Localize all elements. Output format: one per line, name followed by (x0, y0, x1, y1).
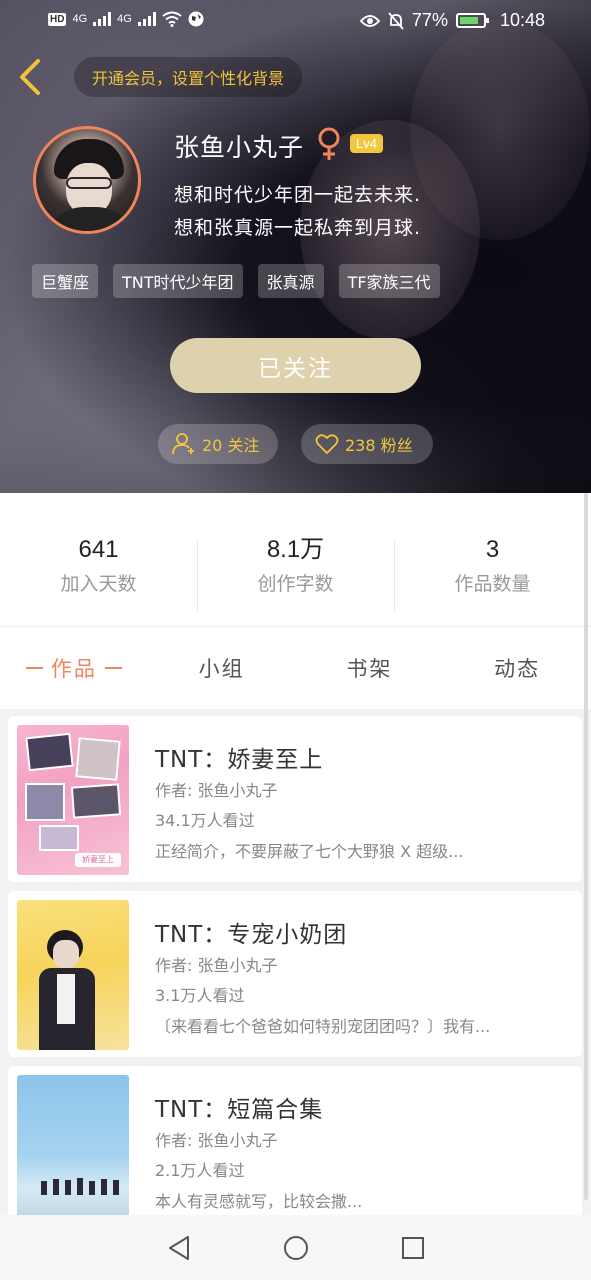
tag-item[interactable]: 张真源 (257, 264, 324, 298)
tag-item[interactable]: TNT时代少年团 (113, 264, 243, 298)
tab-bookshelf[interactable]: 书架 (296, 643, 444, 693)
chevron-left-icon (20, 59, 40, 95)
following-button[interactable]: 已关注 (170, 338, 421, 393)
stat-works-count: 3 作品数量 (394, 533, 591, 613)
stat-join-days: 641 加入天数 (0, 533, 197, 613)
tag-item[interactable]: 巨蟹座 (32, 264, 99, 298)
book-title: TNT：短篇合集 (155, 1097, 324, 1123)
stat-value: 641 (78, 536, 119, 563)
circle-home-icon (283, 1235, 308, 1260)
female-icon (318, 127, 340, 160)
hd-badge: HD (48, 12, 67, 26)
book-cover: 娇妻至上 (17, 725, 129, 875)
profile-tabs: 作品 小组 书架 动态 (0, 643, 591, 693)
book-title: TNT：娇妻至上 (155, 747, 324, 773)
level-badge: Lv4 (350, 134, 383, 153)
eye-icon (359, 14, 380, 27)
avatar[interactable] (33, 126, 141, 234)
book-author: 作者: 张鱼小丸子 (155, 956, 278, 975)
following-count: 20 关注 (202, 436, 260, 455)
book-cover (17, 900, 129, 1050)
status-bar: HD 4G 4G 77% 10:48 (0, 0, 591, 44)
works-list: 娇妻至上 TNT：娇妻至上 作者: 张鱼小丸子 34.1万人看过 正经简介，不要… (0, 709, 591, 1215)
tab-groups[interactable]: 小组 (148, 643, 296, 693)
signal-icon (93, 12, 112, 26)
list-item[interactable]: TNT：专宠小奶团 作者: 张鱼小丸子 3.1万人看过 〔来看看七个爸爸如何特别… (8, 891, 582, 1057)
profile-stats-panel: 641 加入天数 8.1万 创作字数 3 作品数量 作品 小组 书架 动态 (0, 493, 591, 709)
list-item[interactable]: 娇妻至上 TNT：娇妻至上 作者: 张鱼小丸子 34.1万人看过 正经简介，不要… (8, 716, 582, 882)
system-navigation-bar (0, 1215, 591, 1280)
tag-list: 巨蟹座 TNT时代少年团 张真源 TF家族三代 (32, 264, 440, 298)
stat-word-count: 8.1万 创作字数 (197, 533, 394, 613)
network-label-2: 4G (117, 13, 132, 25)
tab-activity[interactable]: 动态 (443, 643, 591, 693)
globe-icon (188, 11, 204, 27)
nav-home-button[interactable] (281, 1233, 311, 1263)
bio-line-2: 想和张真源一起私奔到月球. (174, 217, 422, 239)
add-user-icon (172, 433, 194, 455)
back-button[interactable] (12, 55, 52, 99)
clock: 10:48 (499, 10, 545, 30)
book-cover (17, 1075, 129, 1215)
stat-label: 加入天数 (60, 573, 137, 595)
battery-icon (455, 13, 489, 28)
tag-item[interactable]: TF家族三代 (338, 264, 440, 298)
book-description: 本人有灵感就写，比较会撒... (155, 1192, 363, 1211)
stat-label: 创作字数 (257, 573, 334, 595)
triangle-back-icon (168, 1235, 189, 1260)
signal-icon (137, 12, 156, 26)
stat-value: 8.1万 (266, 536, 325, 563)
book-description: 正经简介，不要屏蔽了七个大野狼 X 超级... (155, 842, 464, 861)
book-views: 3.1万人看过 (155, 986, 245, 1005)
nav-recents-button[interactable] (398, 1233, 428, 1263)
stat-value: 3 (485, 536, 500, 563)
square-recents-icon (401, 1236, 424, 1259)
list-item[interactable]: TNT：短篇合集 作者: 张鱼小丸子 2.1万人看过 本人有灵感就写，比较会撒.… (8, 1066, 582, 1215)
book-views: 2.1万人看过 (155, 1161, 245, 1180)
scrollbar[interactable] (584, 493, 588, 1200)
fans-count-button[interactable]: 238 粉丝 (301, 424, 433, 464)
following-count-button[interactable]: 20 关注 (158, 424, 278, 464)
book-description: 〔来看看七个爸爸如何特别宠团团吗？〕我有... (155, 1017, 491, 1036)
book-author: 作者: 张鱼小丸子 (155, 781, 278, 800)
bio-line-1: 想和时代少年团一起去未来. (174, 184, 422, 206)
book-views: 34.1万人看过 (155, 811, 255, 830)
nav-back-button[interactable] (164, 1233, 194, 1263)
network-label: 4G (72, 13, 88, 25)
wifi-icon (162, 11, 182, 27)
heart-icon (315, 434, 339, 455)
username: 张鱼小丸子 (174, 133, 305, 162)
tab-works[interactable]: 作品 (0, 643, 148, 693)
book-author: 作者: 张鱼小丸子 (155, 1131, 278, 1150)
stat-label: 作品数量 (454, 573, 531, 595)
battery-percent: 77% (411, 10, 448, 30)
vip-background-banner[interactable]: 开通会员，设置个性化背景 (74, 57, 303, 97)
mute-bell-icon (388, 11, 404, 30)
fans-count: 238 粉丝 (345, 436, 413, 455)
book-title: TNT：专宠小奶团 (155, 922, 348, 948)
